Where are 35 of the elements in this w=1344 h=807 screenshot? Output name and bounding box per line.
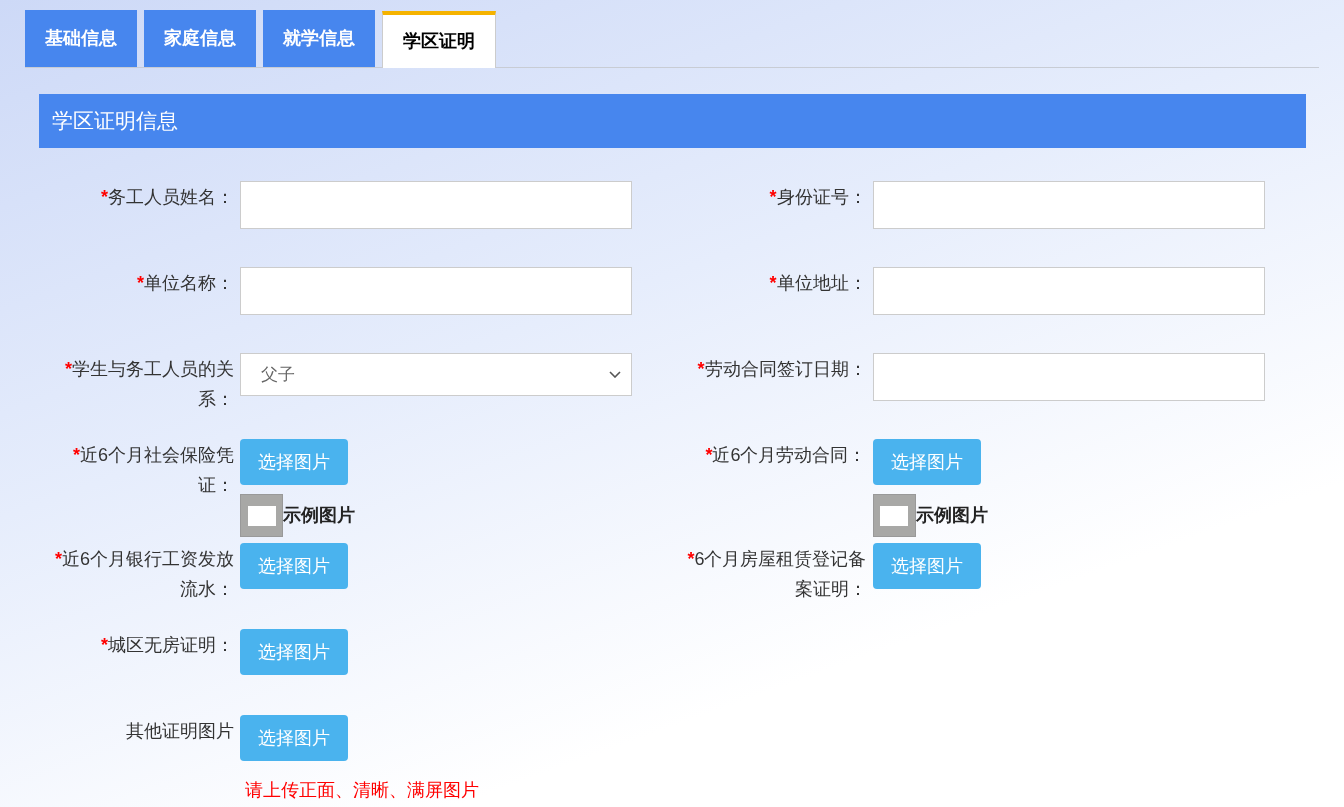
field-label: *身份证号： <box>768 186 868 209</box>
tab[interactable]: 家庭信息 <box>144 10 256 67</box>
choose-image-button[interactable]: 选择图片 <box>240 715 348 761</box>
relation-select[interactable]: 父子 <box>240 353 632 396</box>
tab[interactable]: 学区证明 <box>382 11 496 68</box>
sample-thumbnail <box>872 494 916 537</box>
sample-image-link[interactable]: 示例图片 <box>915 502 988 529</box>
text-field[interactable] <box>872 181 1265 229</box>
field-label: *单位地址： <box>768 272 868 295</box>
field-label: *6个月房屋租赁登记备案证明： <box>686 548 868 601</box>
chevron-down-icon <box>609 371 621 378</box>
field-label: *近6个月社会保险凭证： <box>71 444 235 497</box>
field-label: *近6个月劳动合同： <box>704 444 868 467</box>
choose-image-button[interactable]: 选择图片 <box>240 543 348 589</box>
field-label: *务工人员姓名： <box>100 186 235 209</box>
tab[interactable]: 就学信息 <box>263 10 375 67</box>
choose-image-button[interactable]: 选择图片 <box>872 543 981 589</box>
text-field[interactable] <box>240 181 632 229</box>
field-label: *劳动合同签订日期： <box>696 358 868 381</box>
field-label: *近6个月银行工资发放流水： <box>53 548 235 601</box>
tab[interactable]: 基础信息 <box>25 10 137 67</box>
sample-thumbnail <box>240 494 283 537</box>
text-field[interactable] <box>240 267 632 315</box>
upload-note: 请上传正面、清晰、满屏图片 <box>245 779 480 802</box>
choose-image-button[interactable]: 选择图片 <box>240 439 348 485</box>
field-label: *城区无房证明： <box>100 634 235 657</box>
field-label: *学生与务工人员的关系： <box>64 358 235 411</box>
sample-image-link[interactable]: 示例图片 <box>283 502 355 529</box>
text-field[interactable] <box>872 267 1265 315</box>
choose-image-button[interactable]: 选择图片 <box>872 439 981 485</box>
field-label: 其他证明图片 <box>125 720 235 743</box>
field-label: *单位名称： <box>136 272 235 295</box>
section-header: 学区证明信息 <box>39 94 1306 148</box>
choose-image-button[interactable]: 选择图片 <box>240 629 348 675</box>
text-field[interactable] <box>872 353 1265 401</box>
